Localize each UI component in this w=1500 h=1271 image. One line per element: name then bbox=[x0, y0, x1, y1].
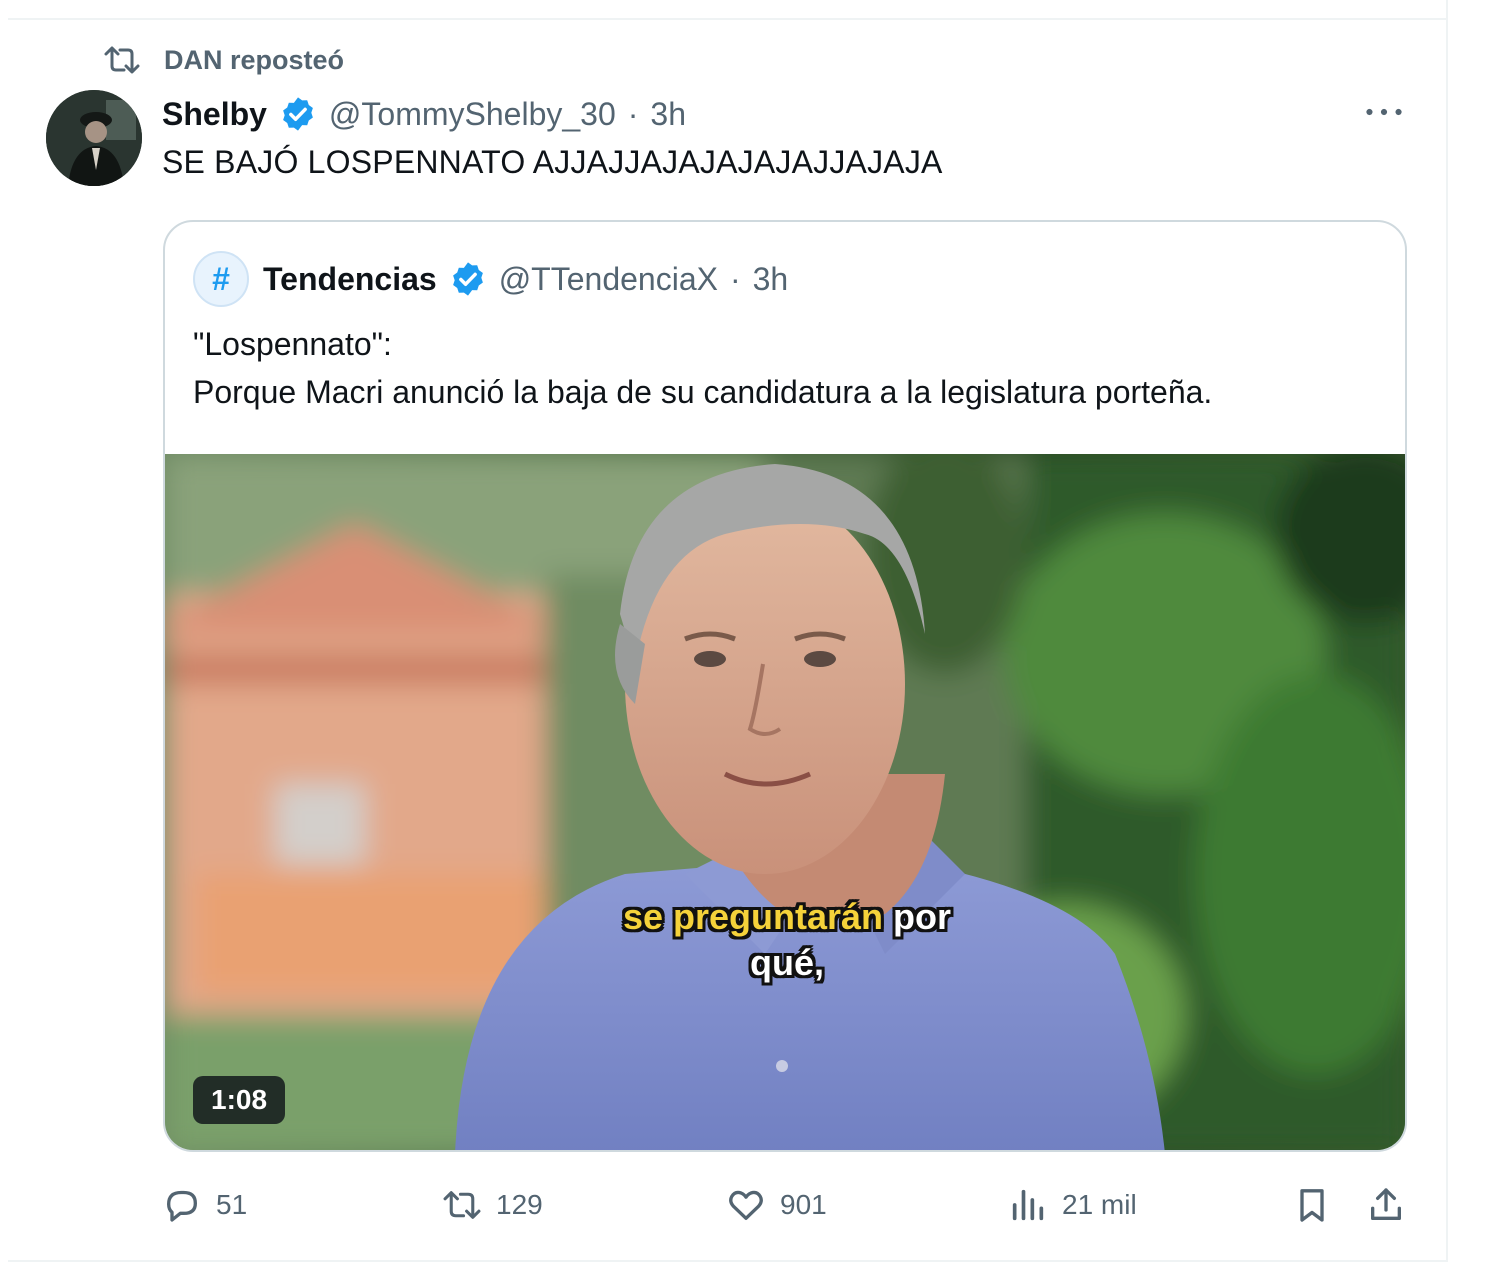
quote-avatar[interactable]: # bbox=[193, 251, 249, 307]
video-subtitle: se preguntarán por qué, bbox=[165, 894, 1405, 986]
action-bar: 51 129 901 21 mil bbox=[160, 1180, 1410, 1230]
reply-button[interactable]: 51 bbox=[162, 1180, 247, 1230]
subtitle-line-2: qué, bbox=[749, 942, 824, 983]
subtitle-tail: por bbox=[883, 896, 952, 937]
reply-count: 51 bbox=[216, 1189, 248, 1220]
tweet-text: SE BAJÓ LOSPENNATO AJJAJJAJAJAJAJAJJAJAJ… bbox=[162, 144, 943, 180]
repost-count: 129 bbox=[496, 1189, 543, 1220]
verified-badge-icon bbox=[283, 97, 313, 131]
video-thumbnail bbox=[165, 454, 1405, 1150]
quote-handle[interactable]: @TTendenciaX bbox=[499, 261, 718, 298]
views-button[interactable]: 21 mil bbox=[1008, 1180, 1137, 1230]
quote-display-name[interactable]: Tendencias bbox=[263, 261, 437, 298]
repost-indicator[interactable]: DAN reposteó bbox=[102, 42, 344, 78]
like-icon bbox=[729, 1190, 763, 1220]
quote-text: "Lospennato": Porque Macri anunció la ba… bbox=[193, 320, 1212, 416]
like-button[interactable]: 901 bbox=[726, 1180, 827, 1230]
avatar[interactable] bbox=[46, 90, 142, 186]
display-name[interactable]: Shelby bbox=[162, 96, 267, 133]
quote-separator: · bbox=[729, 260, 741, 297]
handle[interactable]: @TommyShelby_30 bbox=[329, 96, 616, 133]
views-icon bbox=[1012, 1189, 1044, 1221]
quote-text-line-2: Porque Macri anunció la baja de su candi… bbox=[193, 374, 1213, 410]
repost-label: DAN reposteó bbox=[164, 44, 345, 75]
more-button[interactable] bbox=[1362, 96, 1406, 128]
subtitle-highlight: se preguntarán bbox=[622, 896, 884, 937]
bookmark-button[interactable] bbox=[1292, 1180, 1332, 1230]
repost-icon bbox=[104, 46, 140, 74]
tweet-header: Shelby @TommyShelby_30 · 3h bbox=[162, 92, 686, 136]
reply-icon bbox=[167, 1190, 197, 1222]
more-icon bbox=[1366, 108, 1402, 116]
views-count: 21 mil bbox=[1062, 1189, 1137, 1220]
repost-icon bbox=[443, 1191, 481, 1219]
quote-timestamp[interactable]: 3h bbox=[753, 261, 789, 298]
quote-header: # Tendencias @TTendenciaX · 3h bbox=[193, 251, 789, 307]
video-player[interactable]: se preguntarán por qué, 1:08 bbox=[165, 454, 1405, 1150]
share-button[interactable] bbox=[1366, 1180, 1406, 1230]
verified-badge-icon bbox=[452, 262, 483, 296]
bookmark-icon bbox=[1300, 1189, 1324, 1222]
like-count: 901 bbox=[780, 1189, 827, 1220]
repost-button[interactable]: 129 bbox=[442, 1180, 543, 1230]
share-icon bbox=[1371, 1188, 1401, 1220]
separator: · bbox=[627, 95, 639, 132]
video-duration-badge: 1:08 bbox=[193, 1076, 286, 1124]
timestamp[interactable]: 3h bbox=[650, 96, 686, 133]
quoted-tweet[interactable]: # Tendencias @TTendenciaX · 3h "Lospenna… bbox=[163, 220, 1407, 1152]
quote-text-line-1: "Lospennato": bbox=[193, 326, 392, 362]
